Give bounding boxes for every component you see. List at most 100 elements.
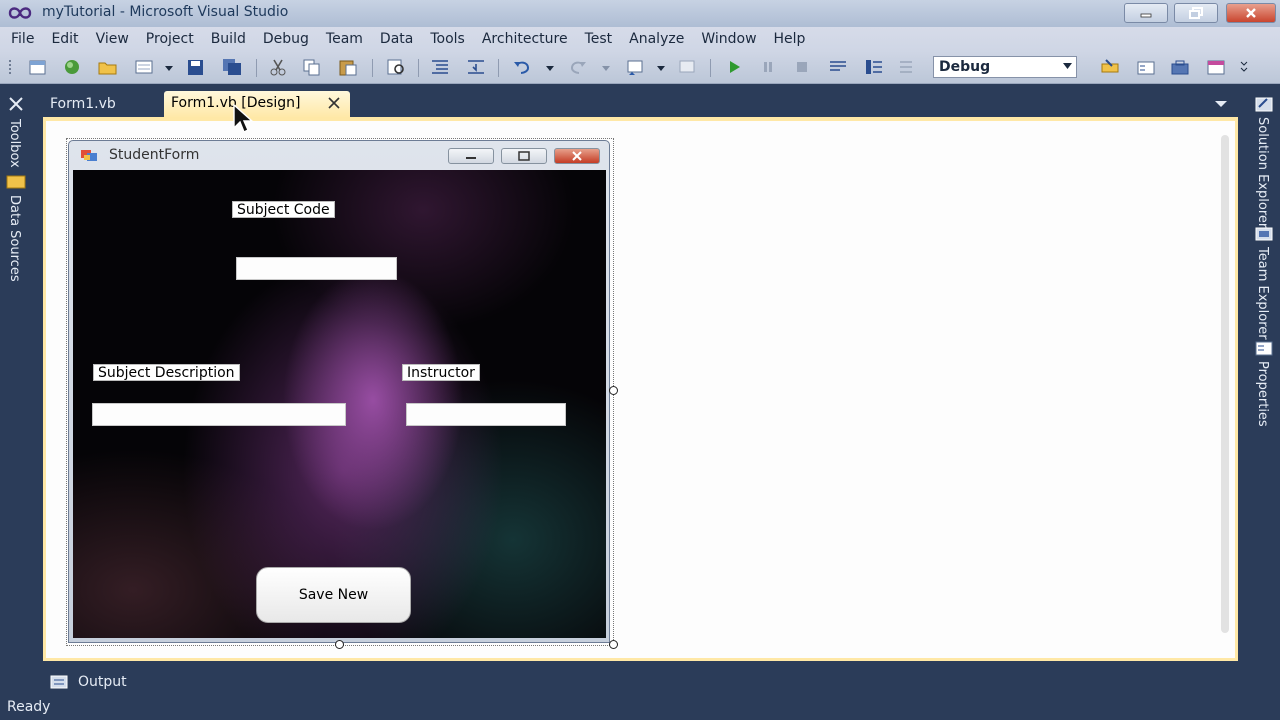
properties-button[interactable]: [1136, 58, 1156, 76]
undo-button[interactable]: [512, 58, 532, 76]
subject-code-label[interactable]: Subject Code: [232, 201, 335, 218]
navigate-icon: [627, 60, 643, 75]
data-sources-tab[interactable]: Data Sources: [7, 195, 22, 282]
menu-build[interactable]: Build: [203, 31, 254, 47]
save-button[interactable]: [186, 58, 206, 76]
start-debugging-button[interactable]: [724, 58, 744, 76]
properties-tab[interactable]: Properties: [1255, 361, 1270, 427]
tab-form1-code[interactable]: Form1.vb: [40, 94, 126, 114]
solution-explorer-tab[interactable]: Solution Explorer: [1255, 117, 1270, 228]
properties-icon: [1137, 61, 1155, 75]
open-file-icon: [98, 62, 117, 75]
tab-form1-design[interactable]: Form1.vb [Design]: [164, 91, 350, 118]
new-project-button[interactable]: [28, 58, 48, 76]
toolbar-separator: [256, 59, 257, 77]
menu-architecture[interactable]: Architecture: [474, 31, 576, 47]
stop-icon: [797, 62, 807, 72]
maximize-icon: [518, 151, 530, 161]
subject-description-input[interactable]: [92, 403, 346, 426]
instructor-input[interactable]: [406, 403, 566, 426]
paste-icon: [339, 60, 357, 76]
status-text: Ready: [7, 699, 51, 715]
object-browser-icon: [1207, 60, 1225, 75]
undo-icon: [514, 61, 530, 74]
menu-project[interactable]: Project: [138, 31, 202, 47]
cut-icon: [270, 59, 286, 76]
form-maximize-button[interactable]: [501, 148, 547, 164]
left-tool-strip: Toolbox Data Sources: [0, 85, 32, 675]
dropdown-arrow-icon[interactable]: [657, 66, 665, 71]
vertical-scrollbar[interactable]: [1219, 135, 1233, 633]
save-all-button[interactable]: [222, 58, 242, 76]
add-item-button[interactable]: [62, 58, 82, 76]
data-sources-icon: [6, 175, 26, 189]
find-button[interactable]: [386, 58, 406, 76]
team-explorer-tab[interactable]: Team Explorer: [1255, 247, 1270, 340]
menu-analyze[interactable]: Analyze: [621, 31, 692, 47]
navigate-backward-button[interactable]: [626, 58, 646, 76]
toolbox-tab[interactable]: Toolbox: [7, 119, 22, 168]
solution-configuration-select[interactable]: Debug: [933, 56, 1077, 78]
menu-tools[interactable]: Tools: [422, 31, 473, 47]
window-title: myTutorial - Microsoft Visual Studio: [42, 4, 289, 20]
resize-handle-right[interactable]: [609, 386, 618, 395]
restore-icon: [1189, 7, 1203, 19]
minimize-button[interactable]: [1124, 3, 1168, 23]
close-tab-icon[interactable]: [326, 95, 342, 111]
cut-button[interactable]: [268, 58, 288, 76]
subject-description-label[interactable]: Subject Description: [93, 364, 240, 381]
step-out-button[interactable]: [898, 58, 918, 76]
comment-button[interactable]: [430, 58, 450, 76]
paste-button[interactable]: [338, 58, 358, 76]
solution-explorer-button[interactable]: [1100, 58, 1120, 76]
copy-button[interactable]: [302, 58, 322, 76]
pause-button[interactable]: [758, 58, 778, 76]
menu-test[interactable]: Test: [577, 31, 621, 47]
chevron-down-icon: [1063, 63, 1072, 69]
open-file-button[interactable]: [98, 58, 118, 76]
stop-button[interactable]: [792, 58, 812, 76]
redo-button[interactable]: [568, 58, 588, 76]
resize-handle-corner[interactable]: [609, 640, 618, 649]
title-bar: myTutorial - Microsoft Visual Studio: [0, 0, 1280, 27]
instructor-label[interactable]: Instructor: [402, 364, 480, 381]
menu-edit[interactable]: Edit: [43, 31, 86, 47]
form-minimize-button[interactable]: [448, 148, 494, 164]
subject-code-input[interactable]: [236, 257, 397, 280]
menu-window[interactable]: Window: [693, 31, 764, 47]
uncomment-icon: [468, 60, 484, 74]
add-item-icon: [65, 60, 79, 74]
menu-file[interactable]: File: [3, 31, 42, 47]
toolbox-button[interactable]: [1170, 58, 1190, 76]
step-over-button[interactable]: [864, 58, 884, 76]
scrollbar-thumb[interactable]: [1221, 135, 1229, 633]
resize-handle-bottom[interactable]: [335, 640, 344, 649]
output-tab[interactable]: Output: [44, 669, 136, 695]
menu-team[interactable]: Team: [318, 31, 371, 47]
output-icon: [50, 675, 68, 689]
restore-button[interactable]: [1174, 3, 1218, 23]
save-new-button[interactable]: Save New: [256, 567, 411, 623]
team-explorer-icon: [1255, 227, 1273, 241]
step-over-icon: [866, 60, 882, 74]
menu-view[interactable]: View: [88, 31, 137, 47]
comment-icon: [432, 60, 448, 74]
dropdown-arrow-icon[interactable]: [546, 66, 554, 71]
menu-data[interactable]: Data: [372, 31, 421, 47]
tabs-dropdown-icon[interactable]: [1214, 99, 1228, 109]
navigate-forward-button[interactable]: [678, 58, 698, 76]
dropdown-arrow-icon[interactable]: [602, 66, 610, 71]
add-new-item-button[interactable]: [134, 58, 154, 76]
menu-help[interactable]: Help: [766, 31, 814, 47]
solution-explorer-icon: [1101, 59, 1119, 73]
close-button[interactable]: [1226, 3, 1276, 23]
object-browser-button[interactable]: [1206, 58, 1226, 76]
uncomment-button[interactable]: [466, 58, 486, 76]
new-project-icon: [29, 60, 46, 75]
toolbar-overflow-icon[interactable]: [1240, 59, 1248, 77]
form-close-button[interactable]: [554, 148, 600, 164]
dropdown-arrow-icon[interactable]: [165, 66, 173, 71]
step-icon: [830, 61, 846, 71]
menu-debug[interactable]: Debug: [255, 31, 317, 47]
step-into-button[interactable]: [828, 58, 848, 76]
